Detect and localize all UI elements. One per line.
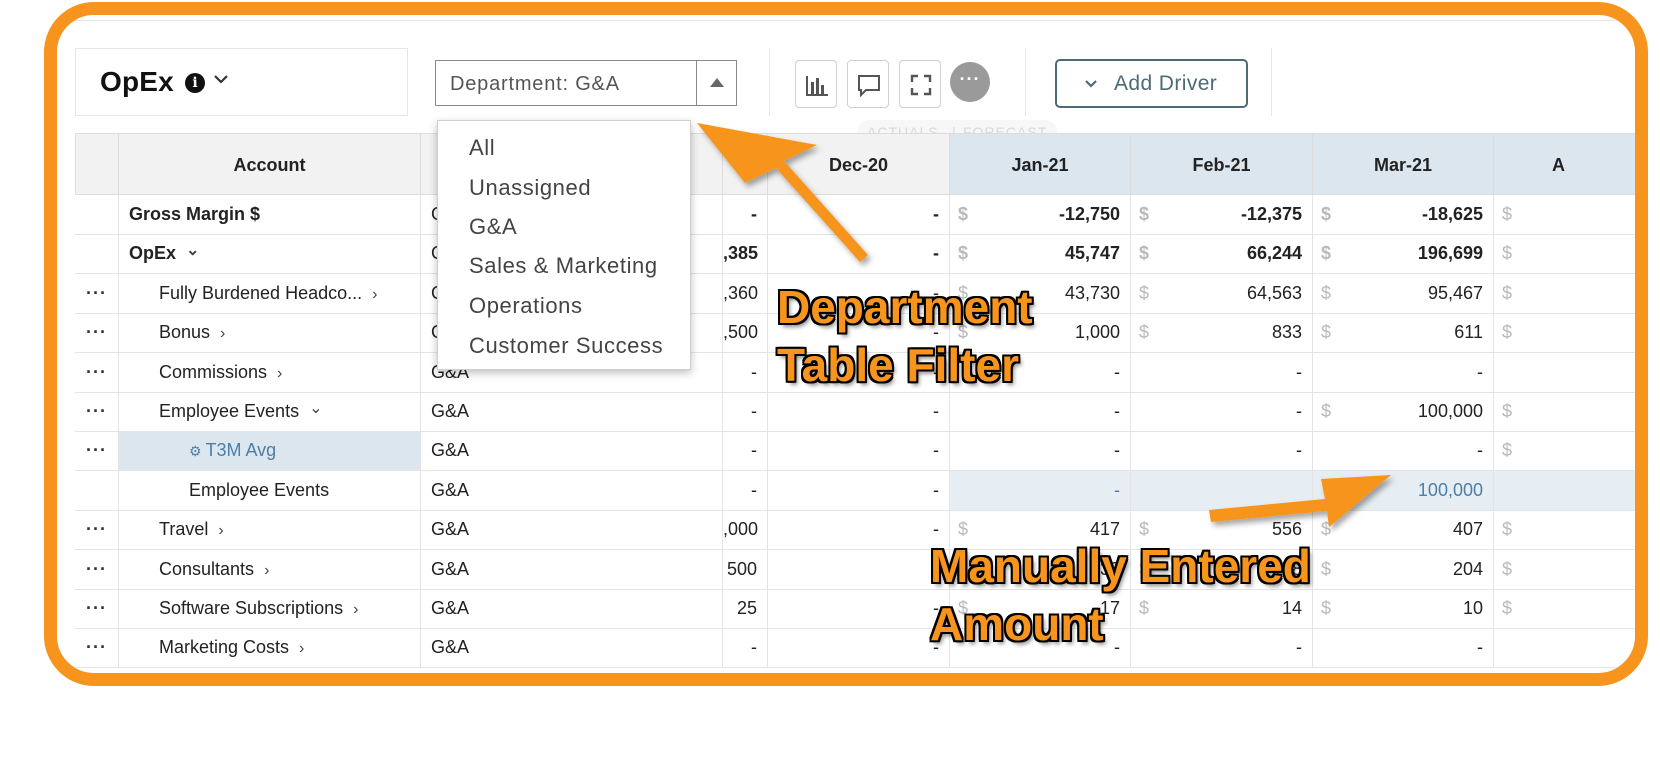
callout-line: Department <box>777 281 1033 333</box>
arrow-to-filter <box>697 123 868 262</box>
arrow-to-manual-entry <box>1209 475 1391 527</box>
callout-manual-amount: Manually Entered Amount <box>930 537 1311 653</box>
callout-line: Amount <box>930 598 1104 650</box>
callout-line: Manually Entered <box>930 540 1311 592</box>
callout-line: Table Filter <box>777 339 1019 391</box>
screenshot-frame: OpEx i Department: G&A ··· Add Driver AC… <box>44 2 1648 686</box>
callout-department-filter: Department Table Filter <box>777 278 1033 394</box>
